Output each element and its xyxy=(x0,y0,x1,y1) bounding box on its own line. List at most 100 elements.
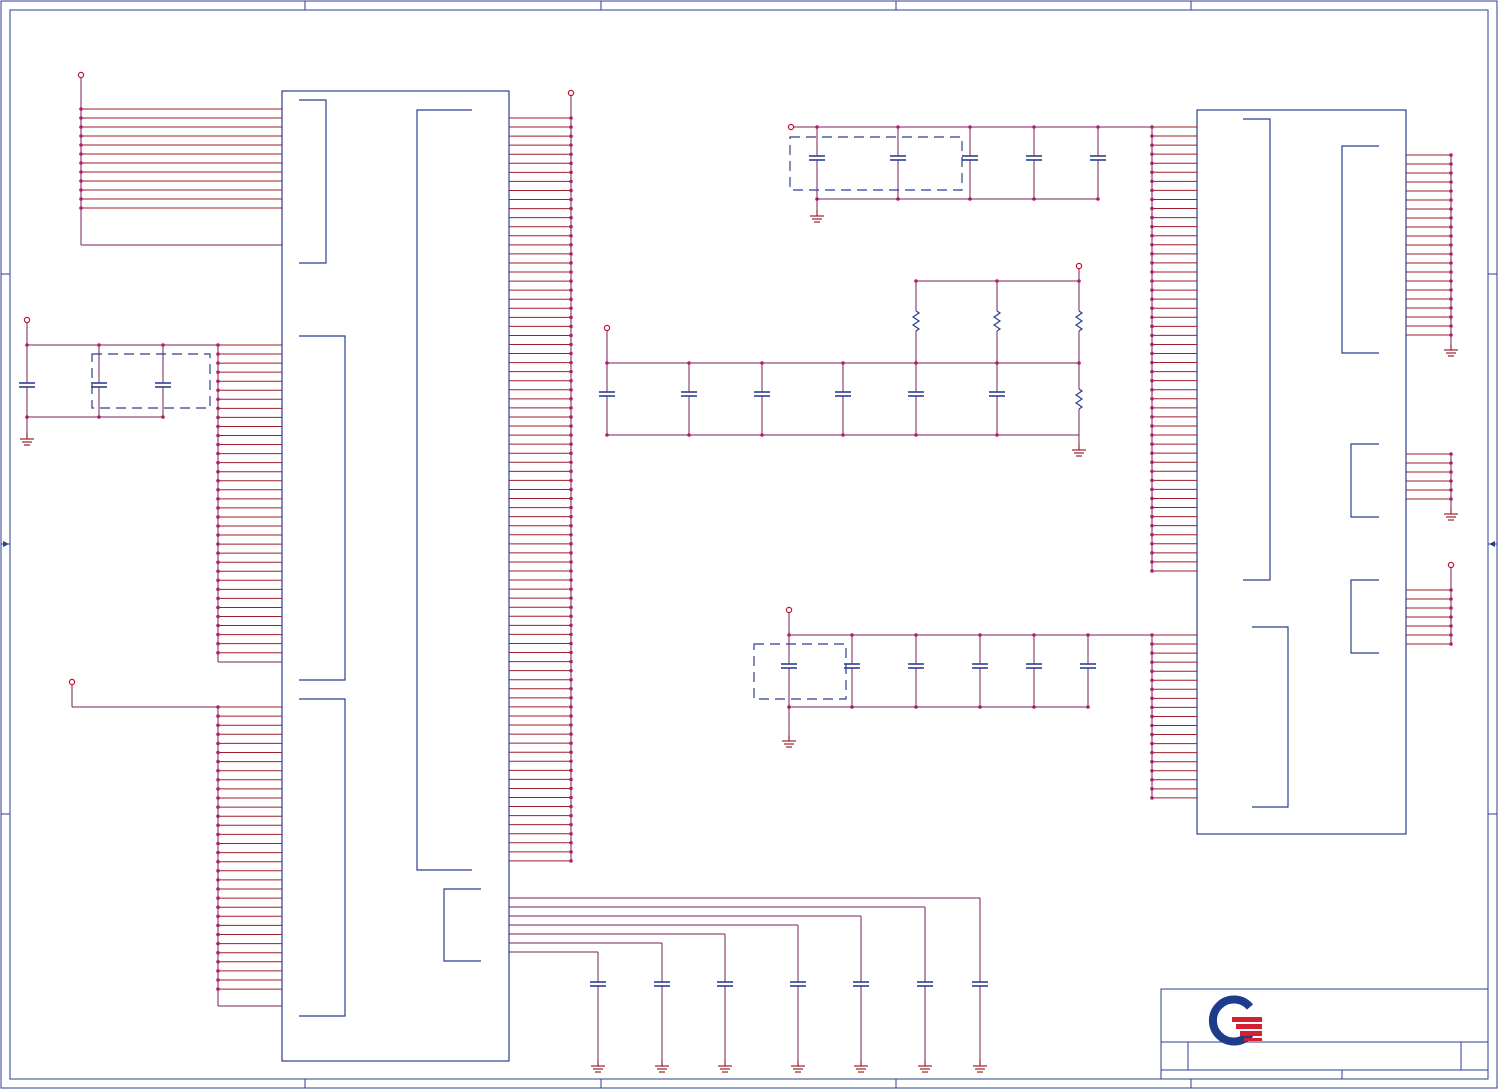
junction-dot xyxy=(216,397,220,402)
title-block xyxy=(1160,988,1489,1080)
u2-pin-group-c xyxy=(1341,145,1379,354)
junction-dot xyxy=(1449,588,1453,592)
junction-dot xyxy=(569,469,573,474)
junction-dot xyxy=(569,270,573,274)
junction-dot xyxy=(569,677,573,682)
junction-dot xyxy=(760,433,764,437)
junction-dot xyxy=(914,433,918,437)
junction-dot xyxy=(1150,424,1154,428)
junction-dot xyxy=(1150,342,1154,347)
junction-dot xyxy=(1150,134,1154,138)
resistor-body xyxy=(911,310,921,332)
capacitor xyxy=(781,635,797,707)
junction-dot xyxy=(1150,224,1154,229)
junction-dot xyxy=(1449,633,1453,637)
u2-left-upper-pins xyxy=(1150,125,1197,573)
junction-dot xyxy=(1449,479,1453,483)
junction-dot xyxy=(841,433,845,437)
dashed-box-left xyxy=(91,353,211,409)
schematic-sheet xyxy=(0,0,1498,1089)
junction-dot xyxy=(1150,369,1154,374)
capacitor xyxy=(853,916,869,1060)
ground-symbol xyxy=(655,1060,669,1073)
junction-dot xyxy=(1150,469,1154,474)
junction-dot xyxy=(216,969,220,973)
junction-dot xyxy=(1150,551,1154,555)
junction-dot xyxy=(216,406,220,411)
junction-dot xyxy=(569,542,573,546)
junction-dot xyxy=(1150,406,1154,410)
junction-dot xyxy=(1150,297,1154,301)
junction-dot xyxy=(1449,153,1453,157)
junction-dot xyxy=(216,823,220,828)
junction-dot xyxy=(216,978,220,982)
junction-dot xyxy=(216,560,220,564)
junction-dot xyxy=(569,560,573,564)
junction-dot xyxy=(569,433,573,437)
junction-dot xyxy=(79,206,83,210)
power-port xyxy=(787,123,795,131)
junction-dot xyxy=(216,587,220,592)
u2-pin-group-d xyxy=(1350,443,1379,518)
junction-dot xyxy=(569,650,573,655)
junction-dot xyxy=(216,705,220,709)
junction-dot xyxy=(216,750,220,755)
resistor-body xyxy=(992,310,1002,332)
junction-dot xyxy=(216,896,220,900)
junction-dot xyxy=(1449,171,1453,175)
junction-dot xyxy=(569,723,573,727)
junction-dot xyxy=(978,633,982,637)
junction-dot xyxy=(1150,523,1154,528)
junction-dot xyxy=(1150,487,1154,492)
junction-dot xyxy=(79,161,83,165)
junction-dot xyxy=(216,596,220,601)
junction-dot xyxy=(216,524,220,528)
junction-dot xyxy=(97,343,101,347)
junction-dot xyxy=(1449,297,1453,301)
junction-dot xyxy=(569,134,573,138)
junction-dot xyxy=(1150,560,1154,564)
junction-dot xyxy=(216,424,220,429)
junction-dot xyxy=(216,960,220,964)
left-mid-pins xyxy=(216,343,282,655)
junction-dot xyxy=(569,578,573,582)
junction-dot xyxy=(569,188,573,193)
junction-dot xyxy=(1449,461,1453,465)
junction-dot xyxy=(1150,750,1154,755)
junction-dot xyxy=(216,488,220,492)
junction-dot xyxy=(1449,333,1453,337)
junction-dot xyxy=(605,433,609,437)
junction-dot xyxy=(569,605,573,610)
junction-dot xyxy=(1150,161,1154,166)
power-port xyxy=(603,324,611,332)
junction-dot xyxy=(569,532,573,537)
power-port xyxy=(77,71,85,79)
junction-dot xyxy=(1150,478,1154,483)
junction-dot xyxy=(1150,333,1154,338)
ic-right-u2 xyxy=(1196,109,1407,835)
u2-left-lower-pins xyxy=(1150,633,1197,800)
junction-dot xyxy=(1150,215,1154,220)
junction-dot xyxy=(569,759,573,764)
junction-dot xyxy=(216,878,220,882)
resistor xyxy=(992,281,1002,363)
junction-dot xyxy=(968,125,972,129)
junction-dot xyxy=(216,787,220,791)
junction-dot xyxy=(79,125,83,129)
junction-dot xyxy=(79,179,83,183)
junction-dot xyxy=(1150,633,1154,637)
junction-dot xyxy=(1150,179,1154,184)
junction-dot xyxy=(216,887,220,891)
power-port xyxy=(1075,262,1083,270)
junction-dot xyxy=(1150,324,1154,329)
junction-dot xyxy=(569,732,573,736)
junction-dot xyxy=(1150,143,1154,147)
junction-dot xyxy=(216,741,220,746)
junction-dot xyxy=(569,451,573,456)
junction-dot xyxy=(216,914,220,919)
company-logo xyxy=(1209,995,1262,1046)
junction-dot xyxy=(1150,397,1154,401)
junction-dot xyxy=(569,596,573,600)
junction-dot xyxy=(216,641,220,646)
capacitor xyxy=(155,345,171,417)
